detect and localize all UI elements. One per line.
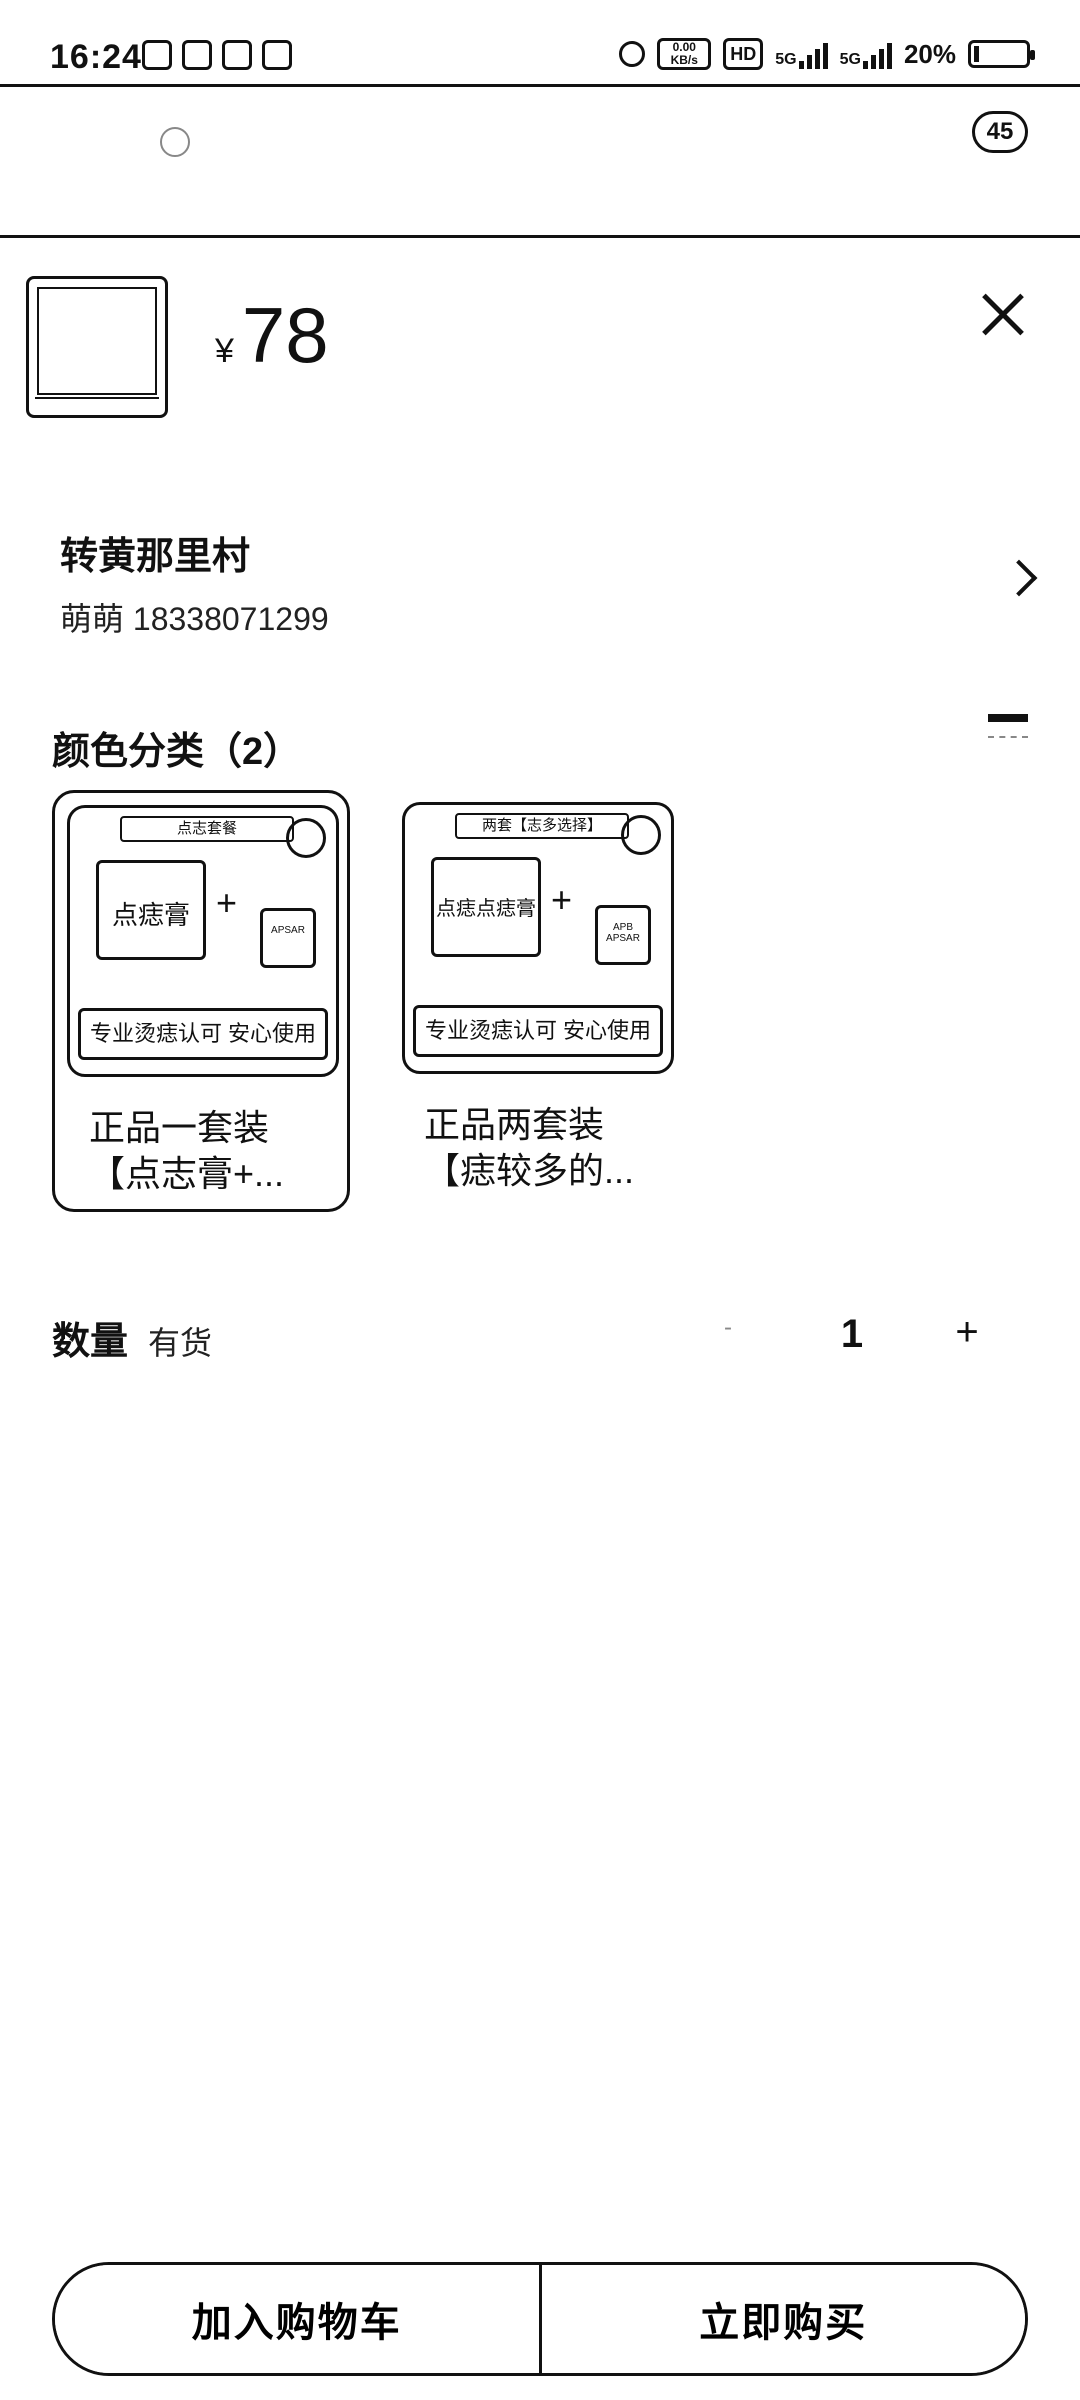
status-indicators: 0.00 KB/s HD 5G 5G 20% bbox=[619, 38, 1035, 70]
variant-banner: 两套【志多选择】 bbox=[455, 813, 629, 839]
currency-symbol: ¥ bbox=[215, 332, 234, 370]
background-page-header: 45 bbox=[0, 84, 1080, 238]
variant-option-1[interactable]: 点志套餐 点痣膏 + APSAR 专业烫痣认可 安心使用 正品一套装【点志膏+.… bbox=[52, 790, 350, 1212]
close-icon[interactable] bbox=[978, 290, 1028, 340]
alarm-icon bbox=[619, 41, 646, 67]
net-speed: 0.00 KB/s bbox=[657, 38, 712, 70]
hd-icon: HD bbox=[723, 38, 764, 70]
signal-icon bbox=[862, 39, 892, 69]
action-bar: 加入购物车 立即购买 bbox=[52, 2262, 1028, 2376]
box-graphic: APSAR bbox=[260, 908, 316, 968]
battery-level bbox=[974, 46, 980, 62]
add-to-cart-button[interactable]: 加入购物车 bbox=[55, 2265, 539, 2373]
variant-section-title: 颜色分类（2） bbox=[52, 731, 302, 773]
variant-footer: 专业烫痣认可 安心使用 bbox=[413, 1005, 663, 1057]
quantity-label: 数量 bbox=[52, 1321, 129, 1363]
notification-icon bbox=[182, 40, 212, 70]
battery-percent: 20% bbox=[903, 38, 956, 69]
jar-graphic: 点痣膏 bbox=[96, 860, 206, 960]
status-time: 16:24 bbox=[50, 38, 142, 76]
signal-5g-1: 5G bbox=[775, 39, 828, 69]
notification-icon bbox=[142, 40, 172, 70]
quantity-row: 数量 有货 - 1 + bbox=[52, 1310, 1028, 1370]
plus-graphic: + bbox=[551, 879, 573, 920]
plus-graphic: + bbox=[216, 882, 238, 923]
variant-name: 正品两套装【痣较多的... bbox=[424, 1104, 635, 1191]
variant-list: 点志套餐 点痣膏 + APSAR 专业烫痣认可 安心使用 正品一套装【点志膏+.… bbox=[52, 790, 688, 1212]
battery-icon bbox=[968, 40, 1035, 68]
product-price: ¥ 78 bbox=[215, 290, 329, 381]
stock-status: 有货 bbox=[148, 1325, 213, 1361]
notification-icon bbox=[222, 40, 252, 70]
jar-graphic: 点痣点痣膏 bbox=[431, 857, 541, 957]
notification-icon bbox=[262, 40, 292, 70]
variant-image: 两套【志多选择】 点痣点痣膏 + APB APSAR 专业烫痣认可 安心使用 bbox=[402, 802, 674, 1074]
box-graphic: APB APSAR bbox=[595, 905, 651, 965]
shipping-address[interactable]: 转黄那里村 萌萌 18338071299 bbox=[60, 525, 1040, 637]
variant-banner: 点志套餐 bbox=[120, 816, 294, 842]
quantity-value[interactable]: 1 bbox=[822, 1312, 882, 1357]
variant-image: 点志套餐 点痣膏 + APSAR 专业烫痣认可 安心使用 bbox=[67, 805, 339, 1077]
product-thumbnail bbox=[26, 276, 168, 418]
magnify-icon[interactable] bbox=[286, 818, 326, 858]
variant-option-2[interactable]: 两套【志多选择】 点痣点痣膏 + APB APSAR 专业烫痣认可 安心使用 正… bbox=[390, 790, 688, 1212]
address-contact: 萌萌 18338071299 bbox=[60, 601, 329, 637]
notification-icons bbox=[142, 40, 292, 70]
status-bar: 16:24 0.00 KB/s HD 5G 5G 20% bbox=[0, 0, 1080, 84]
decrease-button[interactable]: - bbox=[708, 1314, 748, 1354]
variant-name: 正品一套装【点志膏+... bbox=[89, 1107, 285, 1194]
magnify-icon[interactable] bbox=[621, 815, 661, 855]
variant-footer: 专业烫痣认可 安心使用 bbox=[78, 1008, 328, 1060]
signal-5g-2: 5G bbox=[840, 39, 892, 69]
signal-icon bbox=[798, 39, 828, 69]
address-name: 转黄那里村 bbox=[60, 536, 251, 578]
increase-button[interactable]: + bbox=[942, 1310, 992, 1360]
buy-now-button[interactable]: 立即购买 bbox=[541, 2265, 1025, 2373]
price-value: 78 bbox=[241, 291, 329, 379]
collapse-icon[interactable] bbox=[988, 714, 1028, 738]
cart-count-badge: 45 bbox=[972, 111, 1028, 153]
search-icon bbox=[160, 127, 190, 157]
